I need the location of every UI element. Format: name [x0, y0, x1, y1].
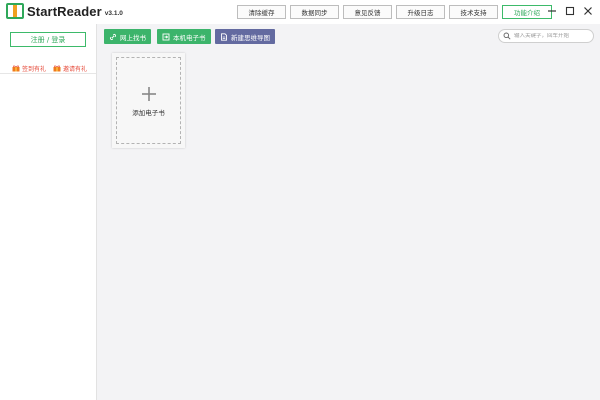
sign-in-reward-link[interactable]: 签到有礼 — [12, 64, 46, 73]
new-mindmap-label: 新建思维导图 — [231, 33, 270, 42]
new-mindmap-button[interactable]: 新建思维导图 — [215, 29, 275, 44]
invite-reward-link[interactable]: 邀请有礼 — [53, 64, 87, 73]
close-icon — [584, 7, 592, 15]
link-icon — [109, 33, 117, 40]
plus-icon — [142, 87, 156, 101]
clear-cache-button[interactable]: 清除缓存 — [237, 5, 286, 19]
search-input[interactable] — [514, 33, 592, 39]
app-name: StartReader — [27, 3, 102, 19]
invite-reward-label: 邀请有礼 — [63, 66, 88, 73]
gift-icon — [53, 65, 61, 72]
minimize-icon — [548, 10, 556, 12]
find-online-button[interactable]: 网上找书 — [104, 29, 151, 44]
changelog-button[interactable]: 升级日志 — [396, 5, 445, 19]
sign-in-reward-label: 签到有礼 — [22, 66, 47, 73]
app-version: v3.1.0 — [104, 9, 123, 17]
book-logo-icon — [6, 3, 24, 19]
login-register-button[interactable]: 注册 / 登录 — [10, 32, 86, 47]
feedback-button[interactable]: 意见反馈 — [343, 5, 392, 19]
gift-icon — [12, 65, 20, 72]
add-book-card[interactable]: 添加电子书 — [112, 53, 185, 148]
document-icon — [221, 32, 227, 41]
minimize-button[interactable] — [545, 4, 559, 18]
find-online-label: 网上找书 — [120, 33, 146, 42]
title-bar: StartReader v3.1.0 清除缓存 数据同步 意见反馈 升级日志 技… — [0, 0, 600, 24]
maximize-button[interactable] — [563, 4, 577, 18]
add-book-label: 添加电子书 — [132, 109, 165, 117]
sidebar-divider — [0, 73, 96, 74]
maximize-icon — [565, 6, 575, 16]
local-books-label: 本机电子书 — [173, 33, 206, 42]
local-books-button[interactable]: 本机电子书 — [157, 29, 211, 44]
search-box — [498, 29, 594, 43]
close-button[interactable] — [581, 4, 595, 18]
data-sync-button[interactable]: 数据同步 — [290, 5, 339, 19]
sidebar: 注册 / 登录 签到有礼 邀请有礼 — [0, 24, 97, 400]
search-icon — [503, 32, 511, 40]
app-logo: StartReader v3.1.0 — [6, 3, 123, 19]
tech-support-button[interactable]: 技术支持 — [449, 5, 498, 19]
top-button-group: 清除缓存 数据同步 意见反馈 升级日志 技术支持 功能介绍 — [237, 5, 556, 19]
import-icon — [162, 33, 170, 40]
